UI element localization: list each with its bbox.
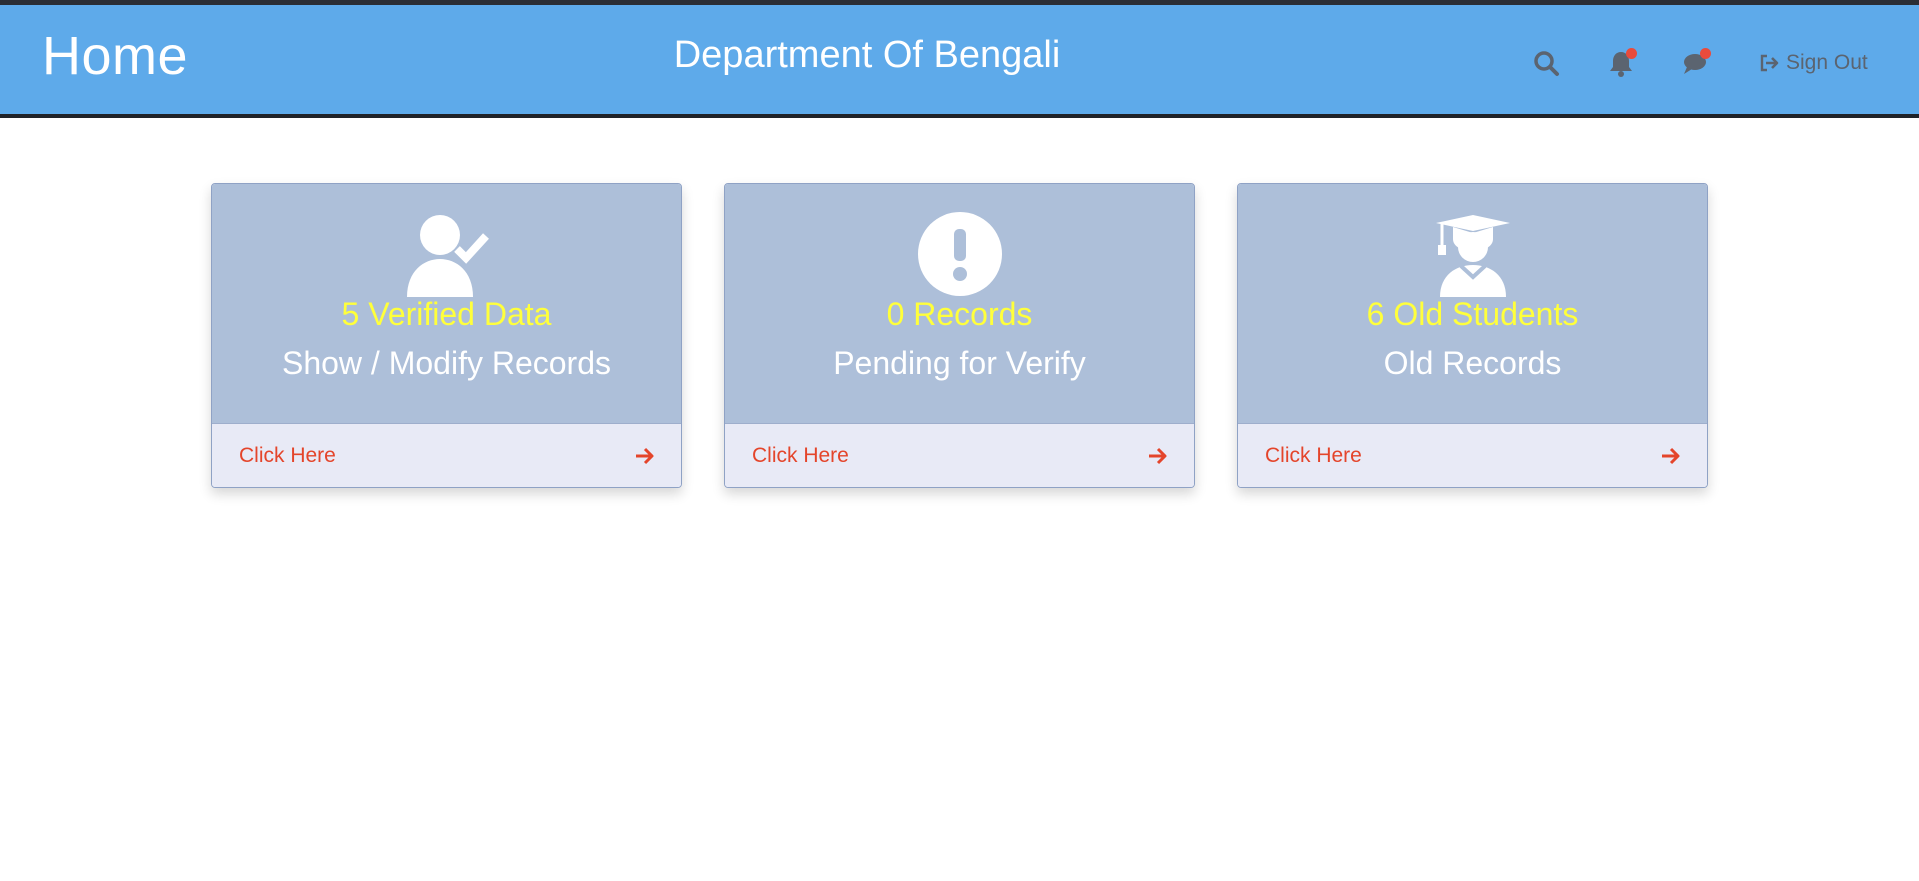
messages-button[interactable] bbox=[1678, 47, 1712, 81]
exclamation-circle-icon bbox=[915, 209, 1005, 299]
top-navbar: Home Department Of Bengali Sign Out bbox=[0, 0, 1919, 118]
click-here-link[interactable]: Click Here bbox=[752, 444, 849, 468]
card-body: 5 Verified Data Show / Modify Records bbox=[212, 184, 681, 423]
search-button[interactable] bbox=[1530, 47, 1564, 81]
verified-data-card: 5 Verified Data Show / Modify Records Cl… bbox=[211, 183, 682, 488]
arrow-right-icon bbox=[1149, 447, 1167, 464]
card-body: 6 Old Students Old Records bbox=[1238, 184, 1707, 423]
department-title: Department Of Bengali bbox=[673, 34, 1061, 76]
card-caption: Old Records bbox=[1383, 345, 1562, 381]
click-here-link[interactable]: Click Here bbox=[1265, 444, 1362, 468]
card-count: 5 Verified Data bbox=[341, 296, 552, 332]
notification-badge bbox=[1626, 48, 1637, 59]
card-count: 6 Old Students bbox=[1366, 296, 1579, 332]
card-caption: Show / Modify Records bbox=[281, 345, 611, 381]
sign-out-icon bbox=[1758, 52, 1780, 74]
card-caption: Pending for Verify bbox=[833, 345, 1086, 381]
click-here-link[interactable]: Click Here bbox=[239, 444, 336, 468]
arrow-right-icon bbox=[1662, 447, 1680, 464]
graduate-icon bbox=[1428, 209, 1518, 299]
arrow-right-icon bbox=[636, 447, 654, 464]
card-footer-link[interactable]: Click Here bbox=[212, 423, 681, 487]
card-footer-link[interactable]: Click Here bbox=[1238, 423, 1707, 487]
card-body: 0 Records Pending for Verify bbox=[725, 184, 1194, 423]
sign-out-label: Sign Out bbox=[1786, 51, 1868, 74]
old-students-card: 6 Old Students Old Records Click Here bbox=[1237, 183, 1708, 488]
card-footer-link[interactable]: Click Here bbox=[725, 423, 1194, 487]
user-check-icon bbox=[402, 209, 492, 299]
pending-records-card: 0 Records Pending for Verify Click Here bbox=[724, 183, 1195, 488]
card-count: 0 Records bbox=[886, 296, 1033, 332]
sign-out-link[interactable]: Sign Out bbox=[1758, 51, 1868, 75]
search-icon bbox=[1530, 47, 1564, 81]
notifications-button[interactable] bbox=[1604, 47, 1638, 81]
dashboard-cards: 5 Verified Data Show / Modify Records Cl… bbox=[211, 183, 1708, 488]
message-badge bbox=[1700, 48, 1711, 59]
